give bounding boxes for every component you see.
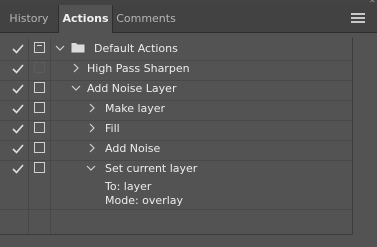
toggle-checkmark-icon[interactable]: [12, 43, 24, 55]
action-set-row[interactable]: Default Actions: [0, 40, 352, 60]
toggle-checkmark-icon[interactable]: [12, 83, 24, 95]
toggle-checkmark-icon[interactable]: [12, 123, 24, 135]
chevron-right-icon[interactable]: [87, 122, 97, 134]
step-label: Fill: [105, 122, 120, 135]
step-label: Add Noise: [105, 142, 161, 155]
chevron-right-icon[interactable]: [87, 102, 97, 114]
folder-icon: [71, 43, 85, 53]
step-row[interactable]: Set current layer: [0, 160, 352, 180]
step-row[interactable]: Make layer: [0, 100, 352, 120]
step-label: Make layer: [105, 102, 166, 115]
dialog-toggle[interactable]: [34, 62, 45, 73]
action-row[interactable]: Add Noise Layer: [0, 80, 352, 100]
dialog-toggle[interactable]: [34, 82, 45, 93]
dialog-toggle[interactable]: [34, 142, 45, 153]
action-set-label: Default Actions: [94, 42, 178, 55]
toggle-checkmark-icon[interactable]: [12, 163, 24, 175]
chevron-down-icon[interactable]: [71, 82, 81, 94]
hamburger-menu-icon[interactable]: [351, 13, 365, 24]
step-detail: Mode: overlay: [105, 194, 184, 207]
step-row[interactable]: Fill: [0, 120, 352, 140]
actions-list: Default Actions High Pass Sharpen Add No…: [0, 38, 353, 235]
chevron-down-icon[interactable]: [55, 42, 65, 54]
step-row[interactable]: Add Noise: [0, 140, 352, 160]
toggle-checkmark-icon[interactable]: [12, 103, 24, 115]
tab-actions[interactable]: Actions: [58, 5, 113, 33]
dialog-toggle[interactable]: [34, 122, 45, 133]
chevron-down-icon[interactable]: [86, 162, 96, 174]
step-detail: To: layer: [105, 180, 152, 193]
action-label: High Pass Sharpen: [87, 62, 190, 75]
step-label: Set current layer: [105, 162, 198, 175]
action-row[interactable]: High Pass Sharpen: [0, 60, 352, 80]
action-label: Add Noise Layer: [87, 82, 177, 95]
dialog-toggle[interactable]: [34, 102, 45, 113]
toggle-checkmark-icon[interactable]: [12, 143, 24, 155]
chevron-right-icon[interactable]: [71, 62, 81, 74]
chevron-right-icon[interactable]: [87, 142, 97, 154]
tab-history[interactable]: History: [0, 5, 58, 32]
row-divider: [0, 209, 352, 210]
dialog-toggle[interactable]: [34, 162, 45, 173]
panel-tab-bar: History Actions Comments: [0, 5, 377, 33]
dialog-toggle[interactable]: [34, 42, 45, 53]
toggle-checkmark-icon[interactable]: [12, 63, 24, 75]
tab-comments[interactable]: Comments: [112, 5, 180, 32]
